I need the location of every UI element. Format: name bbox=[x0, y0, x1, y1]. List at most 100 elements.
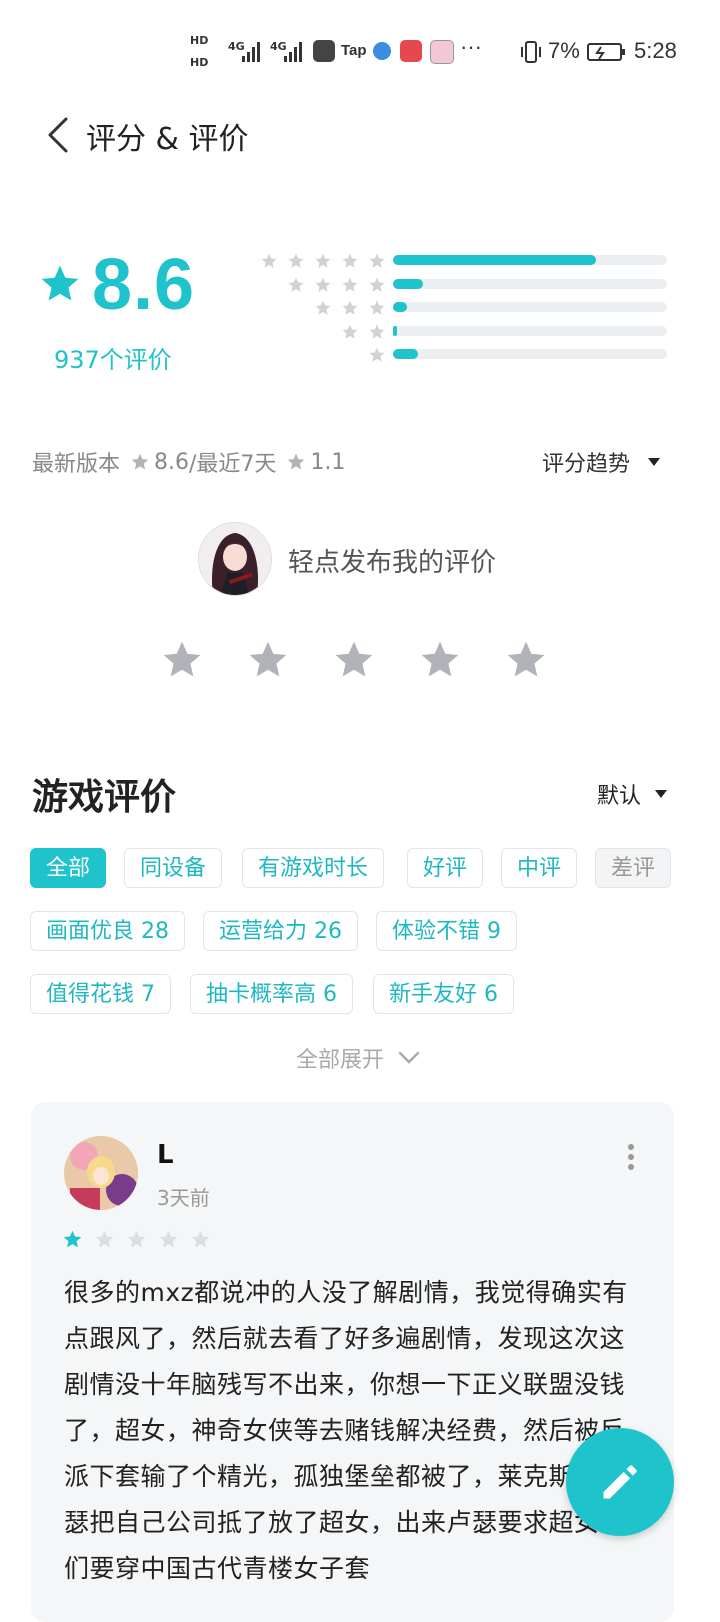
page-title: 评分 & 评价 bbox=[86, 122, 249, 157]
reviewer-name[interactable]: L bbox=[157, 1140, 174, 1170]
star-icon bbox=[342, 277, 358, 292]
star-icon bbox=[261, 253, 277, 268]
star-icon bbox=[288, 453, 305, 470]
star-icon bbox=[159, 1230, 178, 1248]
sort-dropdown[interactable]: 默认 bbox=[597, 778, 668, 810]
distribution-row-2 bbox=[250, 323, 670, 341]
star-icon bbox=[288, 277, 304, 292]
tag-gacha-rate[interactable]: 抽卡概率高 6 bbox=[190, 974, 353, 1014]
rate-star-icon[interactable] bbox=[332, 638, 376, 682]
back-arrow-icon[interactable] bbox=[40, 115, 80, 155]
distribution-row-3 bbox=[250, 299, 670, 317]
star-icon bbox=[369, 277, 385, 292]
battery-percent: 7% bbox=[548, 38, 580, 63]
star-icon bbox=[127, 1230, 146, 1248]
distribution-bar-fill bbox=[393, 302, 407, 312]
tag-operations[interactable]: 运营给力 26 bbox=[203, 911, 358, 951]
distribution-bar-track bbox=[393, 255, 667, 265]
star-icon bbox=[191, 1230, 210, 1248]
write-review-button[interactable] bbox=[566, 1428, 674, 1536]
expand-all-label: 全部展开 bbox=[296, 1048, 385, 1073]
star-icon bbox=[63, 1230, 82, 1248]
sort-label: 默认 bbox=[597, 784, 642, 809]
distribution-bar-fill bbox=[393, 279, 424, 289]
star-icon bbox=[342, 300, 358, 315]
huawei-notification-icon bbox=[400, 40, 422, 62]
distribution-bar-track bbox=[393, 326, 667, 336]
browser-notification-icon bbox=[373, 42, 391, 60]
caret-down-icon bbox=[655, 790, 668, 798]
review-stars bbox=[62, 1229, 211, 1250]
star-icon bbox=[369, 324, 385, 339]
filter-neutral[interactable]: 中评 bbox=[501, 848, 578, 888]
vibrate-icon bbox=[521, 41, 541, 63]
star-icon bbox=[131, 453, 149, 470]
distribution-stars bbox=[314, 299, 386, 317]
rate-star-icon[interactable] bbox=[246, 638, 290, 682]
distribution-bar-track bbox=[393, 279, 667, 289]
distribution-row-5 bbox=[250, 252, 670, 270]
review-text[interactable]: 很多的mxz都说冲的人没了解剧情，我觉得确实有点跟风了，然后就去看了好多遍剧情，… bbox=[64, 1270, 646, 1592]
review-time: 3天前 bbox=[157, 1186, 210, 1210]
rate-star-selector[interactable] bbox=[160, 638, 548, 682]
star-icon bbox=[315, 300, 331, 315]
my-avatar[interactable] bbox=[198, 522, 272, 596]
star-icon bbox=[95, 1230, 114, 1248]
tag-worth-money[interactable]: 值得花钱 7 bbox=[30, 974, 171, 1014]
recent-days-label: /最近7天 bbox=[189, 452, 277, 477]
star-icon bbox=[369, 300, 385, 315]
version-rating-line: 最新版本 8.6 /最近7天 1.1 bbox=[32, 446, 345, 478]
distribution-bar-fill bbox=[393, 349, 418, 359]
distribution-bar-track bbox=[393, 302, 667, 312]
star-icon bbox=[315, 253, 331, 268]
caret-down-icon bbox=[648, 458, 661, 466]
rating-trend-label: 评分趋势 bbox=[542, 452, 631, 477]
star-icon bbox=[342, 253, 358, 268]
filter-all[interactable]: 全部 bbox=[30, 848, 107, 888]
hd1-indicator: HD bbox=[190, 34, 209, 47]
distribution-bar-fill bbox=[393, 326, 398, 336]
star-icon bbox=[315, 277, 331, 292]
distribution-stars bbox=[260, 252, 386, 270]
rate-star-icon[interactable] bbox=[504, 638, 548, 682]
distribution-row-1 bbox=[250, 346, 670, 364]
tap-notification-icon: Tap bbox=[341, 42, 367, 59]
recent-score: 1.1 bbox=[310, 449, 346, 475]
clock: 5:28 bbox=[634, 38, 677, 63]
latest-version-label: 最新版本 bbox=[32, 452, 121, 477]
section-title: 游戏评价 bbox=[32, 777, 177, 818]
chevron-down-icon bbox=[398, 1051, 420, 1064]
filter-has-playtime[interactable]: 有游戏时长 bbox=[242, 848, 385, 888]
filter-same-device[interactable]: 同设备 bbox=[124, 848, 223, 888]
star-icon bbox=[342, 324, 358, 339]
rating-trend-dropdown[interactable]: 评分趋势 bbox=[542, 446, 661, 478]
notification-app-icon bbox=[313, 40, 335, 62]
post-review-prompt[interactable]: 轻点发布我的评价 bbox=[288, 542, 496, 579]
rate-star-icon[interactable] bbox=[160, 638, 204, 682]
game-notification-icon bbox=[430, 40, 454, 64]
latest-version-score: 8.6 bbox=[154, 449, 190, 475]
hd2-indicator: HD bbox=[190, 56, 209, 69]
distribution-bar-track bbox=[393, 349, 667, 359]
distribution-row-4 bbox=[250, 276, 670, 294]
tag-newbie-friendly[interactable]: 新手友好 6 bbox=[373, 974, 514, 1014]
star-icon bbox=[369, 253, 385, 268]
filter-negative[interactable]: 差评 bbox=[595, 848, 672, 888]
rate-star-icon[interactable] bbox=[418, 638, 462, 682]
average-score: 8.6 bbox=[92, 245, 196, 325]
score-star-icon bbox=[41, 265, 79, 301]
distribution-stars bbox=[341, 323, 386, 341]
more-notifications: ··· bbox=[460, 34, 482, 59]
distribution-stars bbox=[287, 276, 386, 294]
status-bar: HD HD 4G 4G Tap ··· 7% 5:28 bbox=[0, 0, 720, 100]
filter-positive[interactable]: 好评 bbox=[407, 848, 484, 888]
signal-1-icon bbox=[240, 40, 264, 62]
tag-graphics[interactable]: 画面优良 28 bbox=[30, 911, 185, 951]
expand-all-button[interactable]: 全部展开 bbox=[296, 1042, 420, 1074]
tag-experience[interactable]: 体验不错 9 bbox=[376, 911, 517, 951]
reviewer-avatar[interactable] bbox=[64, 1136, 138, 1210]
more-options-icon[interactable] bbox=[624, 1144, 638, 1170]
pencil-icon bbox=[603, 1465, 637, 1499]
signal-2-icon bbox=[282, 40, 306, 62]
distribution-bar-fill bbox=[393, 255, 596, 265]
